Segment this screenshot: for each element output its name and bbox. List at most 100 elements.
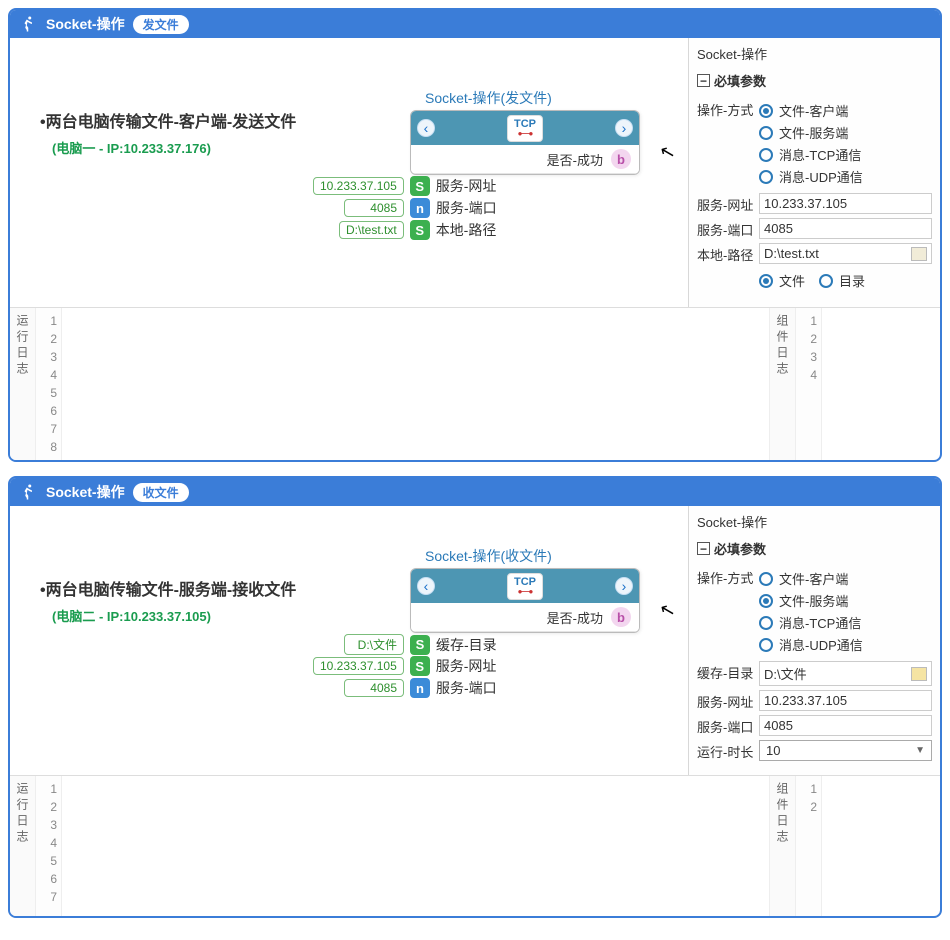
component-log-content[interactable] <box>822 308 940 460</box>
runtime-label: 运行-时长 <box>697 740 759 761</box>
canvas[interactable]: •两台电脑传输文件-服务端-接收文件 (电脑二 - IP:10.233.37.1… <box>10 506 688 775</box>
input-label: 服务-端口 <box>436 198 497 218</box>
person-run-icon <box>20 483 38 501</box>
radio-label: 消息-UDP通信 <box>779 167 863 186</box>
socket-node[interactable]: ‹ TCP●—● › 是否-成功 b <box>410 110 640 175</box>
prop-label: 服务-网址 <box>697 690 759 711</box>
prop-row: 服务-端口4085 <box>697 218 932 239</box>
radio-option[interactable]: 消息-UDP通信 <box>759 635 932 654</box>
radio-option[interactable]: 消息-UDP通信 <box>759 167 932 186</box>
section-label: 必填参数 <box>714 539 766 558</box>
radio-icon[interactable] <box>759 616 773 630</box>
radio-icon[interactable] <box>759 126 773 140</box>
runtime-value: 10 <box>766 743 780 758</box>
input-value: 4085 <box>764 718 793 733</box>
radio-icon[interactable] <box>819 274 833 288</box>
canvas[interactable]: •两台电脑传输文件-客户端-发送文件 (电脑一 - IP:10.233.37.1… <box>10 38 688 307</box>
run-log-content[interactable] <box>62 776 769 916</box>
radio-option[interactable]: 文件 <box>759 271 805 290</box>
node-caption: Socket-操作(收文件) <box>425 546 552 566</box>
text-input[interactable]: 4085 <box>759 218 932 239</box>
chevron-down-icon: ▼ <box>915 745 925 756</box>
prop-label: 本地-路径 <box>697 243 759 264</box>
chevron-left-icon[interactable]: ‹ <box>417 577 435 595</box>
text-input[interactable]: D:\文件 <box>759 661 932 686</box>
prop-row: 服务-网址 10.233.37.105 <box>697 193 932 214</box>
log-gutter: 1234 <box>796 308 822 460</box>
collapse-icon[interactable]: − <box>697 74 710 87</box>
browse-icon[interactable] <box>911 247 927 261</box>
radio-icon[interactable] <box>759 594 773 608</box>
text-input[interactable]: 10.233.37.105 <box>759 690 932 711</box>
radio-icon[interactable] <box>759 170 773 184</box>
node-input-row[interactable]: D:\test.txtS本地-路径 <box>339 220 496 240</box>
run-log-label: 运行日志 <box>10 308 36 460</box>
header-title: Socket-操作 <box>46 482 125 502</box>
cursor-icon: ↖ <box>658 140 678 164</box>
component-log-content[interactable] <box>822 776 940 916</box>
input-label: 服务-网址 <box>436 176 497 196</box>
chevron-left-icon[interactable]: ‹ <box>417 119 435 137</box>
radio-option[interactable]: 消息-TCP通信 <box>759 145 932 164</box>
panel-header: Socket-操作 收文件 <box>10 478 940 506</box>
log-gutter: 1234567 <box>36 776 62 916</box>
radio-icon[interactable] <box>759 572 773 586</box>
text-input[interactable]: 10.233.37.105 <box>759 193 932 214</box>
mode-label: 操作-方式 <box>697 98 759 119</box>
radio-label: 消息-TCP通信 <box>779 613 861 632</box>
radio-label: 目录 <box>839 271 865 290</box>
node-head[interactable]: ‹ TCP●—● › <box>411 111 639 145</box>
type-badge-icon: S <box>410 220 430 240</box>
properties-panel: Socket-操作 − 必填参数 操作-方式 文件-客户端文件-服务端消息-TC… <box>688 38 940 307</box>
chevron-right-icon[interactable]: › <box>615 119 633 137</box>
input-value-tag[interactable]: D:\文件 <box>344 634 404 655</box>
radio-icon[interactable] <box>759 274 773 288</box>
section-required[interactable]: − 必填参数 <box>697 539 932 558</box>
radio-label: 文件-客户端 <box>779 569 848 588</box>
input-value-tag[interactable]: 10.233.37.105 <box>313 657 404 675</box>
logs: 运行日志 12345678 组件日志 1234 <box>10 307 940 460</box>
input-value-tag[interactable]: 10.233.37.105 <box>313 177 404 195</box>
node-input-row[interactable]: 4085n服务-端口 <box>344 678 497 698</box>
header-pill: 收文件 <box>133 483 189 502</box>
radio-icon[interactable] <box>759 104 773 118</box>
header-pill: 发文件 <box>133 15 189 34</box>
input-value: D:\test.txt <box>764 246 819 261</box>
prop-label: 服务-端口 <box>697 218 759 239</box>
collapse-icon[interactable]: − <box>697 542 710 555</box>
run-log-content[interactable] <box>62 308 769 460</box>
browse-icon[interactable] <box>911 667 927 681</box>
node-input-row[interactable]: 4085n服务-端口 <box>344 198 497 218</box>
node-input-row[interactable]: 10.233.37.105S服务-网址 <box>313 656 496 676</box>
input-value-tag[interactable]: D:\test.txt <box>339 221 404 239</box>
chevron-right-icon[interactable]: › <box>615 577 633 595</box>
text-input[interactable]: 4085 <box>759 715 932 736</box>
socket-node[interactable]: ‹ TCP●—● › 是否-成功 b <box>410 568 640 633</box>
radio-option[interactable]: 文件-服务端 <box>759 591 932 610</box>
input-value: 10.233.37.105 <box>764 693 847 708</box>
radio-option[interactable]: 文件-客户端 <box>759 101 932 120</box>
radio-option[interactable]: 文件-服务端 <box>759 123 932 142</box>
input-value-tag[interactable]: 4085 <box>344 199 404 217</box>
node-input-row[interactable]: D:\文件S缓存-目录 <box>344 634 497 655</box>
radio-icon[interactable] <box>759 638 773 652</box>
prop-row: 服务-网址 10.233.37.105 <box>697 690 932 711</box>
output-label: 是否-成功 <box>547 608 603 627</box>
radio-icon[interactable] <box>759 148 773 162</box>
input-label: 缓存-目录 <box>436 635 497 655</box>
node-head[interactable]: ‹ TCP●—● › <box>411 569 639 603</box>
radio-label: 文件-服务端 <box>779 591 848 610</box>
node-input-row[interactable]: 10.233.37.105S服务-网址 <box>313 176 496 196</box>
radio-option[interactable]: 消息-TCP通信 <box>759 613 932 632</box>
input-value-tag[interactable]: 4085 <box>344 679 404 697</box>
runtime-dropdown[interactable]: 10 ▼ <box>759 740 932 761</box>
description: •两台电脑传输文件-客户端-发送文件 (电脑一 - IP:10.233.37.1… <box>40 108 296 157</box>
text-input[interactable]: D:\test.txt <box>759 243 932 264</box>
input-value: 10.233.37.105 <box>764 196 847 211</box>
input-label: 服务-网址 <box>436 656 497 676</box>
radio-option[interactable]: 文件-客户端 <box>759 569 932 588</box>
radio-option[interactable]: 目录 <box>819 271 865 290</box>
bool-badge-icon: b <box>611 607 631 627</box>
section-required[interactable]: − 必填参数 <box>697 71 932 90</box>
prop-label: 服务-网址 <box>697 193 759 214</box>
